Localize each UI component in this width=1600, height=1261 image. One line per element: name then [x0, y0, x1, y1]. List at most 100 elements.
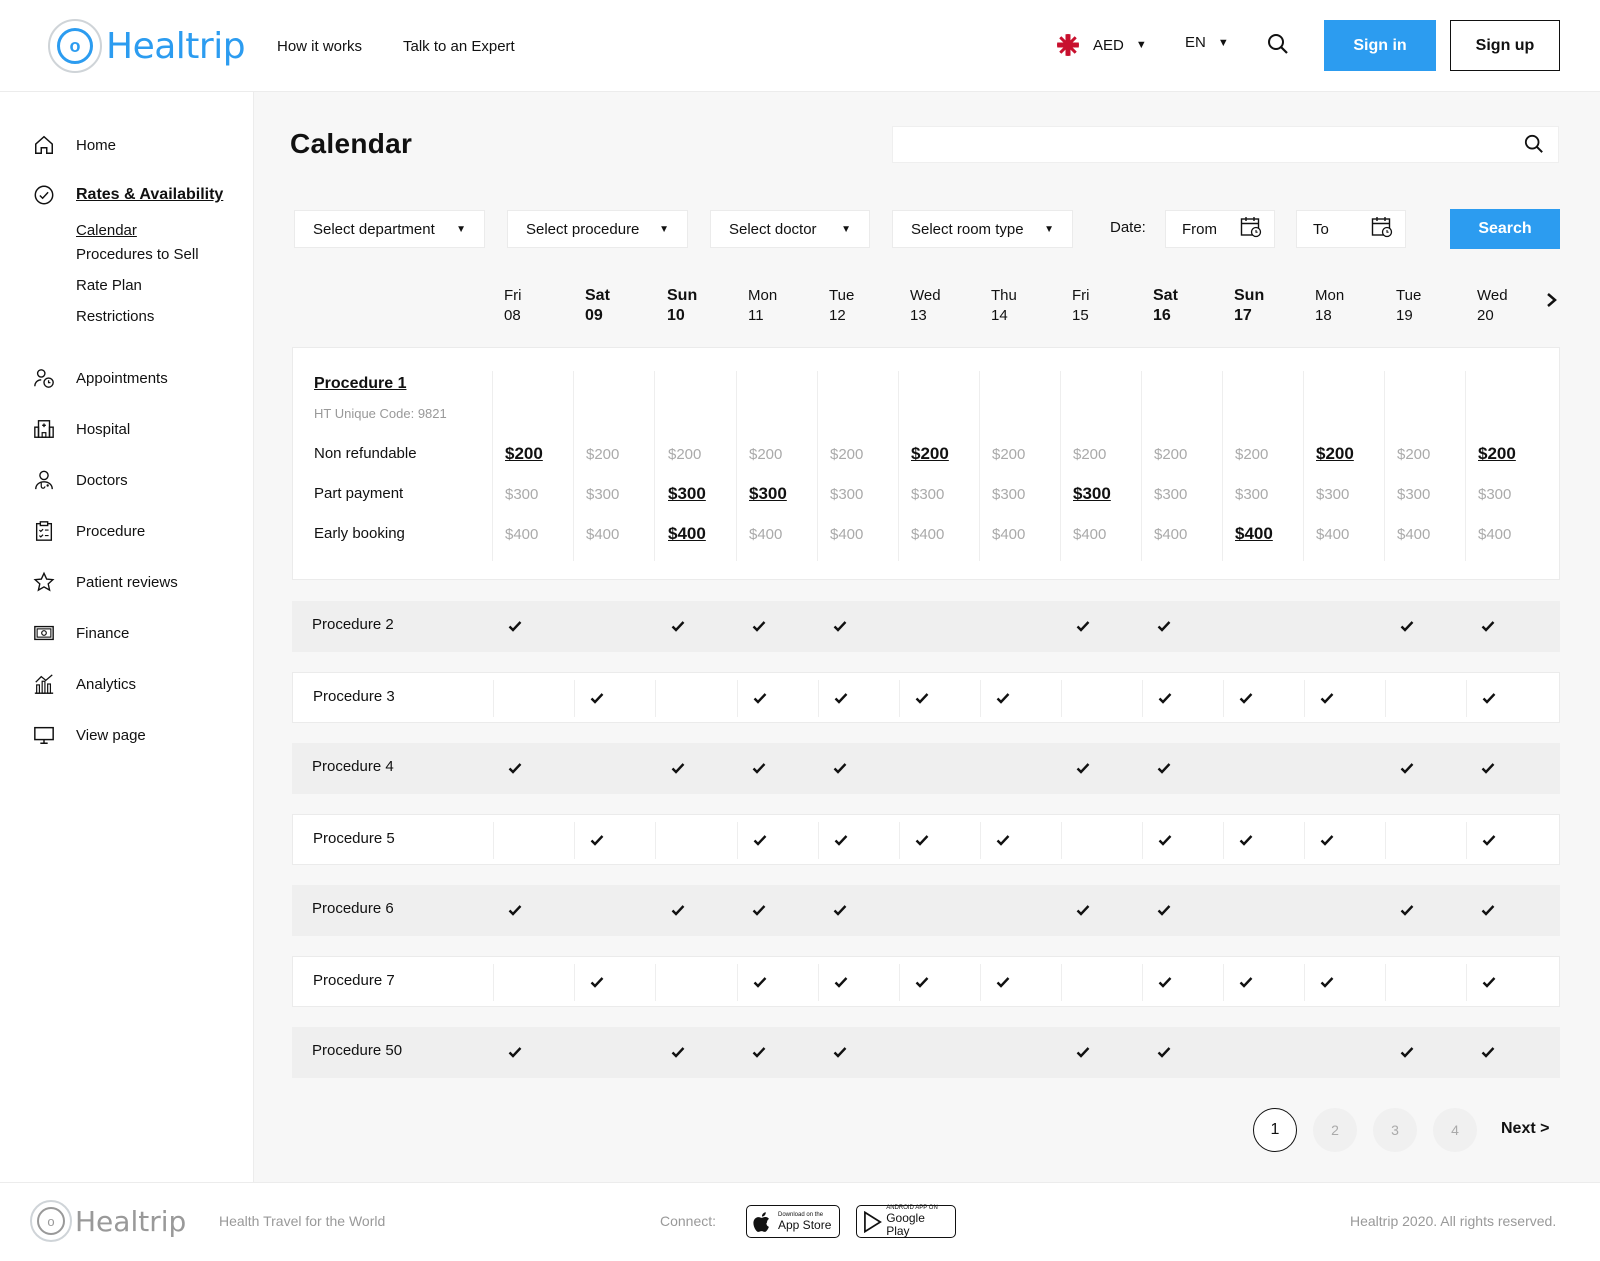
- search-icon[interactable]: [1267, 33, 1291, 57]
- available-check-icon[interactable]: [752, 903, 766, 917]
- available-check-icon[interactable]: [1158, 691, 1172, 705]
- available-check-icon[interactable]: [752, 761, 766, 775]
- available-check-icon[interactable]: [1158, 975, 1172, 989]
- search-icon[interactable]: [1524, 134, 1544, 159]
- sidebar-subitem-procedures-to-sell[interactable]: Procedures to Sell: [76, 246, 199, 263]
- available-check-icon[interactable]: [1157, 619, 1171, 633]
- rate-price-cell[interactable]: $300: [992, 486, 1062, 503]
- available-check-icon[interactable]: [1400, 903, 1414, 917]
- procedure-row[interactable]: Procedure 6: [292, 885, 1560, 936]
- date-from-input[interactable]: From: [1165, 210, 1275, 248]
- available-check-icon[interactable]: [1400, 761, 1414, 775]
- available-check-icon[interactable]: [1481, 1045, 1495, 1059]
- available-check-icon[interactable]: [915, 975, 929, 989]
- procedure-row[interactable]: Procedure 3: [292, 672, 1560, 723]
- procedure-1-title[interactable]: Procedure 1: [314, 375, 406, 393]
- procedure-row[interactable]: Procedure 7: [292, 956, 1560, 1007]
- available-check-icon[interactable]: [1076, 761, 1090, 775]
- sidebar-item-doctors[interactable]: Doctors: [32, 468, 128, 492]
- available-check-icon[interactable]: [753, 833, 767, 847]
- rate-price-cell[interactable]: $400: [668, 524, 738, 544]
- available-check-icon[interactable]: [1320, 691, 1334, 705]
- available-check-icon[interactable]: [1157, 761, 1171, 775]
- available-check-icon[interactable]: [590, 691, 604, 705]
- procedure-row[interactable]: Procedure 4: [292, 743, 1560, 794]
- available-check-icon[interactable]: [1239, 833, 1253, 847]
- rate-price-cell[interactable]: $400: [1316, 526, 1386, 543]
- rate-price-cell[interactable]: $200: [992, 446, 1062, 463]
- rate-price-cell[interactable]: $300: [586, 486, 656, 503]
- rate-price-cell[interactable]: $200: [1397, 446, 1467, 463]
- page-3-button[interactable]: 3: [1373, 1108, 1417, 1152]
- search-input[interactable]: [892, 126, 1559, 163]
- sign-up-button[interactable]: Sign up: [1450, 20, 1560, 71]
- rate-price-cell[interactable]: $300: [1478, 486, 1548, 503]
- available-check-icon[interactable]: [915, 691, 929, 705]
- available-check-icon[interactable]: [508, 1045, 522, 1059]
- available-check-icon[interactable]: [1481, 903, 1495, 917]
- sidebar-item-finance[interactable]: Finance: [32, 621, 129, 645]
- rate-price-cell[interactable]: $400: [749, 526, 819, 543]
- available-check-icon[interactable]: [834, 833, 848, 847]
- available-check-icon[interactable]: [1320, 833, 1334, 847]
- nav-how-it-works[interactable]: How it works: [277, 38, 362, 55]
- available-check-icon[interactable]: [1482, 975, 1496, 989]
- available-check-icon[interactable]: [834, 691, 848, 705]
- available-check-icon[interactable]: [671, 903, 685, 917]
- next-page-link[interactable]: Next >: [1501, 1120, 1549, 1138]
- rate-price-cell[interactable]: $300: [1397, 486, 1467, 503]
- available-check-icon[interactable]: [833, 1045, 847, 1059]
- department-select[interactable]: Select department ▼: [294, 210, 485, 248]
- rate-price-cell[interactable]: $200: [911, 444, 981, 464]
- rate-price-cell[interactable]: $300: [1235, 486, 1305, 503]
- available-check-icon[interactable]: [1400, 1045, 1414, 1059]
- rate-price-cell[interactable]: $200: [749, 446, 819, 463]
- available-check-icon[interactable]: [1239, 691, 1253, 705]
- currency-selector[interactable]: AED ▼: [1057, 34, 1147, 56]
- rate-price-cell[interactable]: $400: [830, 526, 900, 543]
- rate-price-cell[interactable]: $400: [1154, 526, 1224, 543]
- sidebar-item-home[interactable]: Home: [32, 133, 116, 157]
- sidebar-item-hospital[interactable]: Hospital: [32, 417, 130, 441]
- available-check-icon[interactable]: [1481, 619, 1495, 633]
- rate-price-cell[interactable]: $400: [505, 526, 575, 543]
- rate-price-cell[interactable]: $200: [1235, 446, 1305, 463]
- available-check-icon[interactable]: [671, 761, 685, 775]
- healtrip-logo[interactable]: o Healtrip: [48, 19, 246, 73]
- available-check-icon[interactable]: [590, 833, 604, 847]
- sidebar-item-patient-reviews[interactable]: Patient reviews: [32, 570, 178, 594]
- search-button[interactable]: Search: [1450, 209, 1560, 249]
- rate-price-cell[interactable]: $300: [749, 484, 819, 504]
- available-check-icon[interactable]: [1239, 975, 1253, 989]
- rate-price-cell[interactable]: $400: [586, 526, 656, 543]
- available-check-icon[interactable]: [833, 619, 847, 633]
- available-check-icon[interactable]: [1157, 903, 1171, 917]
- sidebar-item-view-page[interactable]: View page: [32, 723, 146, 747]
- language-selector[interactable]: EN ▼: [1185, 34, 1229, 51]
- available-check-icon[interactable]: [1400, 619, 1414, 633]
- available-check-icon[interactable]: [1320, 975, 1334, 989]
- rate-price-cell[interactable]: $200: [668, 446, 738, 463]
- available-check-icon[interactable]: [1482, 833, 1496, 847]
- page-4-button[interactable]: 4: [1433, 1108, 1477, 1152]
- rate-price-cell[interactable]: $200: [505, 444, 575, 464]
- rate-price-cell[interactable]: $200: [1154, 446, 1224, 463]
- rate-price-cell[interactable]: $200: [1316, 444, 1386, 464]
- sidebar-item-analytics[interactable]: Analytics: [32, 672, 136, 696]
- footer-logo[interactable]: o Healtrip: [30, 1200, 186, 1242]
- rate-price-cell[interactable]: $400: [911, 526, 981, 543]
- available-check-icon[interactable]: [1481, 761, 1495, 775]
- available-check-icon[interactable]: [833, 761, 847, 775]
- doctor-select[interactable]: Select doctor ▼: [710, 210, 870, 248]
- procedure-row[interactable]: Procedure 2: [292, 601, 1560, 652]
- google-play-badge[interactable]: ANDROID APP ON Google Play: [856, 1205, 956, 1238]
- rate-price-cell[interactable]: $200: [1478, 444, 1548, 464]
- page-1-button[interactable]: 1: [1253, 1108, 1297, 1152]
- sidebar-item-procedure[interactable]: Procedure: [32, 519, 145, 543]
- available-check-icon[interactable]: [1482, 691, 1496, 705]
- sidebar-subitem-rate-plan[interactable]: Rate Plan: [76, 277, 142, 294]
- available-check-icon[interactable]: [508, 619, 522, 633]
- available-check-icon[interactable]: [834, 975, 848, 989]
- available-check-icon[interactable]: [752, 1045, 766, 1059]
- rate-price-cell[interactable]: $300: [911, 486, 981, 503]
